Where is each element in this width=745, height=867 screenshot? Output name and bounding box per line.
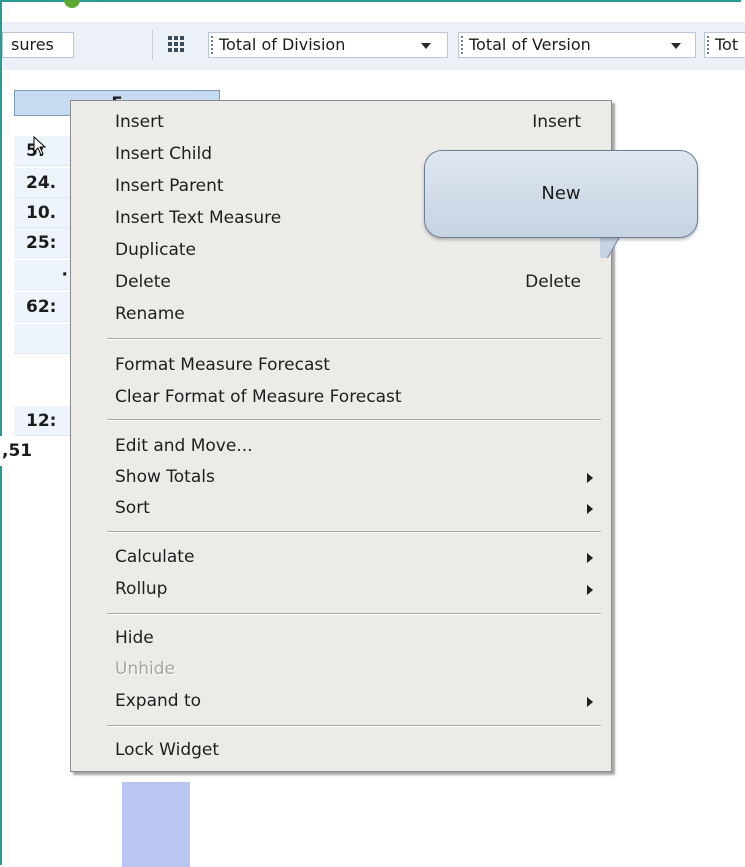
menu-item-rollup[interactable]: Rollup bbox=[71, 574, 611, 605]
cell-value: · bbox=[61, 265, 68, 285]
grand-total-value: ,51 bbox=[2, 441, 33, 461]
submenu-arrow-icon bbox=[587, 585, 593, 595]
grand-total-cell[interactable]: ,51 bbox=[0, 436, 56, 466]
callout-text: New bbox=[541, 183, 581, 204]
menu-item-expand-to[interactable]: Expand to bbox=[71, 686, 611, 717]
measures-button-label: sures bbox=[11, 35, 54, 54]
submenu-arrow-icon bbox=[587, 504, 593, 514]
measures-button[interactable]: sures bbox=[2, 32, 74, 58]
division-dimension-value: Total of Division bbox=[219, 35, 346, 54]
drag-grip-icon[interactable] bbox=[461, 36, 465, 54]
division-dimension-select[interactable]: Total of Division bbox=[208, 32, 448, 58]
menu-item-label: Insert Child bbox=[115, 144, 213, 164]
toolbar: sures Total of Division Total of Version… bbox=[2, 22, 745, 70]
chart-bar-fragment bbox=[122, 782, 190, 867]
grid-cell[interactable]: 12: bbox=[14, 406, 70, 436]
grid-cell[interactable]: 10. bbox=[14, 198, 70, 228]
cell-value: 24. bbox=[26, 173, 57, 193]
drag-grip-icon[interactable] bbox=[211, 36, 215, 54]
chevron-down-icon[interactable] bbox=[421, 43, 431, 49]
menu-item-label: Duplicate bbox=[115, 240, 196, 260]
menu-item-hide[interactable]: Hide bbox=[71, 623, 611, 654]
version-dimension-select[interactable]: Total of Version bbox=[458, 32, 696, 58]
grid-cell[interactable]: 25: bbox=[14, 228, 70, 258]
menu-item-calculate[interactable]: Calculate bbox=[71, 542, 611, 573]
menu-item-lock-widget[interactable]: Lock Widget bbox=[71, 735, 611, 766]
menu-item-delete[interactable]: Delete Delete bbox=[71, 267, 611, 298]
grid-icon[interactable] bbox=[168, 36, 184, 52]
drag-grip-icon[interactable] bbox=[707, 36, 711, 54]
menu-item-label: Delete bbox=[115, 272, 171, 292]
grid-cell[interactable]: · bbox=[14, 260, 70, 290]
submenu-arrow-icon bbox=[587, 553, 593, 563]
chevron-down-icon[interactable] bbox=[671, 43, 681, 49]
menu-item-label: Insert bbox=[115, 112, 164, 132]
callout-tail bbox=[600, 236, 634, 270]
grid-cell[interactable]: 62: bbox=[14, 292, 70, 322]
menu-item-label: Calculate bbox=[115, 547, 195, 567]
other-dimension-select[interactable]: Tot bbox=[704, 32, 745, 58]
menu-item-label: Rollup bbox=[115, 579, 168, 599]
version-dimension-value: Total of Version bbox=[469, 35, 591, 54]
menu-separator bbox=[107, 725, 601, 727]
menu-separator bbox=[107, 613, 601, 615]
menu-item-label: Insert Text Measure bbox=[115, 208, 282, 228]
menu-separator bbox=[107, 419, 601, 421]
menu-item-clear-format[interactable]: Clear Format of Measure Forecast bbox=[71, 382, 611, 413]
menu-item-label: Show Totals bbox=[115, 467, 215, 487]
menu-item-label: Clear Format of Measure Forecast bbox=[115, 387, 402, 407]
menu-item-edit-and-move[interactable]: Edit and Move... bbox=[71, 431, 611, 462]
menu-item-shortcut: Delete bbox=[525, 272, 581, 292]
menu-item-label: Rename bbox=[115, 304, 185, 324]
other-dimension-value: Tot bbox=[715, 35, 739, 54]
menu-item-label: Expand to bbox=[115, 691, 202, 711]
menu-item-label: Format Measure Forecast bbox=[115, 355, 330, 375]
callout-bubble: New bbox=[424, 150, 698, 238]
grid-cell[interactable]: 24. bbox=[14, 168, 70, 198]
menu-item-unhide: Unhide bbox=[71, 654, 611, 685]
cell-value: 62: bbox=[26, 297, 57, 317]
menu-item-show-totals[interactable]: Show Totals bbox=[71, 462, 611, 493]
menu-item-rename[interactable]: Rename bbox=[71, 299, 611, 330]
menu-item-label: Insert Parent bbox=[115, 176, 224, 196]
cell-value: 25: bbox=[26, 233, 57, 253]
menu-item-label: Lock Widget bbox=[115, 740, 220, 760]
menu-item-label: Hide bbox=[115, 628, 154, 648]
toolbar-separator bbox=[152, 30, 153, 60]
menu-separator bbox=[107, 531, 601, 533]
grid-cell[interactable] bbox=[14, 324, 70, 354]
menu-item-shortcut: Insert bbox=[532, 112, 581, 132]
menu-item-duplicate[interactable]: Duplicate bbox=[71, 235, 611, 266]
cell-value: 10. bbox=[26, 203, 57, 223]
menu-item-label: Sort bbox=[115, 498, 150, 518]
menu-item-label: Edit and Move... bbox=[115, 436, 253, 456]
cell-value: 12: bbox=[26, 411, 57, 431]
menu-separator bbox=[107, 338, 601, 340]
menu-item-format-measure[interactable]: Format Measure Forecast bbox=[71, 350, 611, 381]
submenu-arrow-icon bbox=[587, 697, 593, 707]
menu-item-sort[interactable]: Sort bbox=[71, 493, 611, 524]
menu-item-insert[interactable]: Insert Insert bbox=[71, 107, 611, 138]
submenu-arrow-icon bbox=[587, 473, 593, 483]
menu-item-label: Unhide bbox=[115, 659, 175, 679]
